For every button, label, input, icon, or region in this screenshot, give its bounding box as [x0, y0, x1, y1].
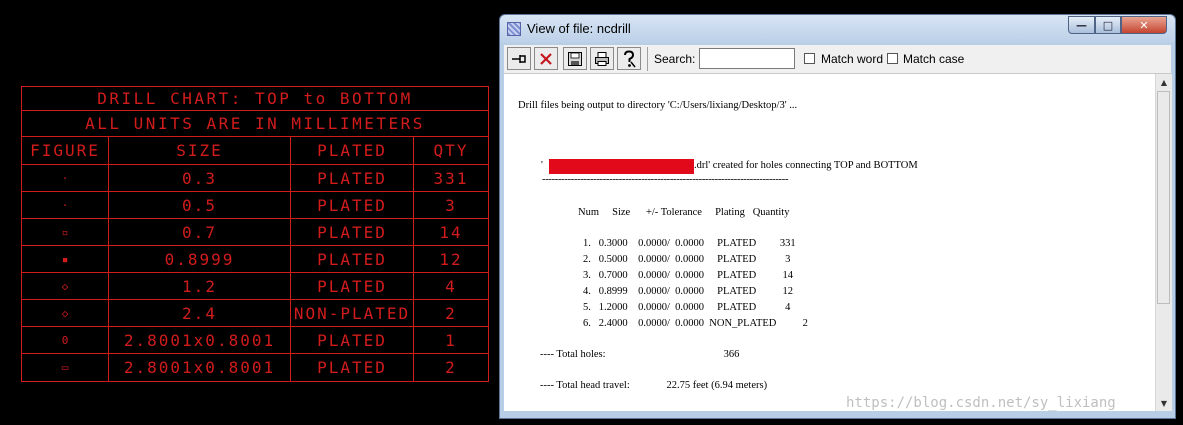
- table-row: 4. 0.8999 0.0000/ 0.0000 PLATED 12: [583, 286, 793, 297]
- title-bar[interactable]: View of file: ncdrill — □ ✕: [500, 15, 1175, 43]
- window-title: View of file: ncdrill: [527, 21, 631, 36]
- app-icon: [507, 22, 521, 36]
- minimize-icon: —: [1076, 18, 1087, 32]
- toolbar-separator: [647, 47, 648, 71]
- scroll-down-icon[interactable]: ▼: [1156, 395, 1172, 411]
- figure-cell: ·: [22, 165, 109, 191]
- print-icon: [595, 51, 609, 66]
- qty-cell: 1: [445, 330, 457, 350]
- size-cell: 2.8001x0.8001: [109, 354, 291, 381]
- file-content[interactable]: Drill files being output to directory 'C…: [504, 74, 1155, 411]
- match-case-checkbox[interactable]: [887, 53, 898, 64]
- plated-cell: NON-PLATED: [291, 300, 414, 326]
- qty-cell: 3: [445, 195, 457, 215]
- intro-line: Drill files being output to directory 'C…: [518, 100, 798, 111]
- header-qty: QTY: [433, 141, 469, 160]
- maximize-button[interactable]: □: [1095, 16, 1121, 34]
- watermark: https://blog.csdn.net/sy_lixiang: [846, 395, 1116, 411]
- table-header-line: Num Size +/- Tolerance Plating Quantity: [578, 207, 790, 218]
- drill-chart-row: ◇ 1.2 PLATED 4: [22, 273, 488, 300]
- redaction-bar: [549, 159, 694, 174]
- file-viewer-window: View of file: ncdrill — □ ✕ Search: Matc…: [499, 14, 1176, 419]
- separator-line: ----------------------------------------…: [542, 174, 789, 185]
- drill-chart-title-row: DRILL CHART: TOP to BOTTOM: [22, 87, 488, 111]
- drill-chart: DRILL CHART: TOP to BOTTOM ALL UNITS ARE…: [21, 86, 489, 382]
- table-row: 3. 0.7000 0.0000/ 0.0000 PLATED 14: [583, 270, 793, 281]
- file-created-line: .drl' created for holes connecting TOP a…: [694, 160, 918, 171]
- drill-chart-title: DRILL CHART: TOP to BOTTOM: [97, 89, 413, 108]
- vertical-scrollbar[interactable]: ▲ ▼: [1155, 74, 1172, 411]
- table-row: 6. 2.4000 0.0000/ 0.0000 NON_PLATED 2: [583, 318, 808, 329]
- qty-cell: 12: [439, 249, 463, 269]
- table-row: 1. 0.3000 0.0000/ 0.0000 PLATED 331: [583, 238, 796, 249]
- delete-button[interactable]: [534, 47, 558, 70]
- plated-cell: PLATED: [291, 327, 414, 353]
- drill-chart-row: ▪ 0.8999 PLATED 12: [22, 246, 488, 273]
- match-case-label: Match case: [903, 52, 965, 66]
- qty-cell: 2: [445, 303, 457, 323]
- size-cell: 0.8999: [109, 246, 291, 272]
- file-prefix: ': [541, 160, 543, 171]
- figure-cell: ▭: [22, 354, 109, 381]
- header-figure: FIGURE: [22, 137, 109, 164]
- size-cell: 0.3: [109, 165, 291, 191]
- plated-cell: PLATED: [291, 354, 414, 381]
- drill-chart-subtitle: ALL UNITS ARE IN MILLIMETERS: [85, 114, 425, 133]
- match-word-label: Match word: [821, 52, 884, 66]
- search-input[interactable]: [699, 48, 795, 69]
- drill-chart-header-row: FIGURE SIZE PLATED QTY: [22, 137, 488, 165]
- figure-cell: ◇: [22, 300, 109, 326]
- size-cell: 1.2: [109, 273, 291, 299]
- drill-chart-row: ▭ 2.8001x0.8001 PLATED 2: [22, 354, 488, 381]
- pin-icon: [512, 54, 526, 63]
- scroll-thumb[interactable]: [1157, 91, 1170, 304]
- drill-chart-row: · 0.5 PLATED 3: [22, 192, 488, 219]
- save-icon: [568, 51, 582, 66]
- size-cell: 0.5: [109, 192, 291, 218]
- drill-chart-row: ▫ 0.7 PLATED 14: [22, 219, 488, 246]
- close-button[interactable]: ✕: [1121, 16, 1167, 34]
- figure-cell: ▫: [22, 219, 109, 245]
- toolbar: Search: Match word Match case: [504, 45, 1171, 74]
- match-word-checkbox[interactable]: [804, 53, 815, 64]
- table-row: 2. 0.5000 0.0000/ 0.0000 PLATED 3: [583, 254, 791, 265]
- total-travel-line: ---- Total head travel: 22.75 feet (6.94…: [540, 380, 768, 391]
- drill-chart-row: ◇ 2.4 NON-PLATED 2: [22, 300, 488, 327]
- table-row: 5. 1.2000 0.0000/ 0.0000 PLATED 4: [583, 302, 791, 313]
- header-plated: PLATED: [291, 137, 414, 164]
- qty-cell: 4: [445, 276, 457, 296]
- size-cell: 0.7: [109, 219, 291, 245]
- header-size: SIZE: [109, 137, 291, 164]
- pin-button[interactable]: [507, 47, 531, 70]
- drill-chart-row: 0 2.8001x0.8001 PLATED 1: [22, 327, 488, 354]
- qty-cell: 14: [439, 222, 463, 242]
- drill-chart-row: · 0.3 PLATED 331: [22, 165, 488, 192]
- plated-cell: PLATED: [291, 219, 414, 245]
- qty-cell: 2: [445, 358, 457, 377]
- print-button[interactable]: [590, 47, 614, 70]
- minimize-button[interactable]: —: [1068, 16, 1095, 34]
- total-holes-line: ---- Total holes: 366: [540, 349, 740, 360]
- help-icon: [624, 49, 636, 67]
- plated-cell: PLATED: [291, 246, 414, 272]
- figure-cell: ▪: [22, 246, 109, 272]
- size-cell: 2.4: [109, 300, 291, 326]
- drill-chart-subtitle-row: ALL UNITS ARE IN MILLIMETERS: [22, 111, 488, 137]
- close-icon: ✕: [1139, 18, 1149, 32]
- scroll-up-icon[interactable]: ▲: [1156, 74, 1172, 90]
- size-cell: 2.8001x0.8001: [109, 327, 291, 353]
- close-x-icon: [540, 52, 552, 65]
- plated-cell: PLATED: [291, 192, 414, 218]
- help-button[interactable]: [617, 47, 641, 70]
- qty-cell: 331: [433, 168, 469, 188]
- plated-cell: PLATED: [291, 273, 414, 299]
- plated-cell: PLATED: [291, 165, 414, 191]
- search-label: Search:: [654, 52, 696, 66]
- figure-cell: ·: [22, 192, 109, 218]
- figure-cell: 0: [22, 327, 109, 353]
- save-button[interactable]: [563, 47, 587, 70]
- maximize-icon: □: [1102, 18, 1114, 32]
- figure-cell: ◇: [22, 273, 109, 299]
